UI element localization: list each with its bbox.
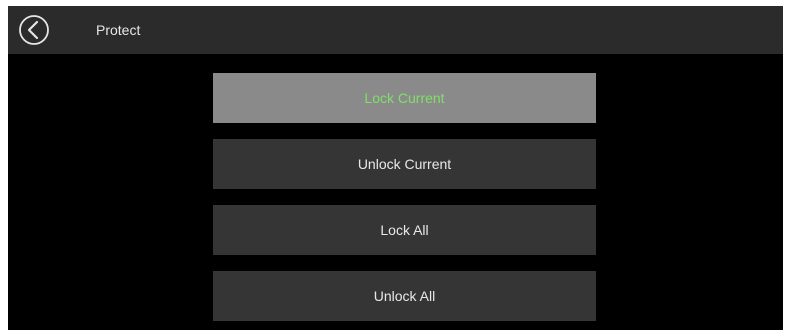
lock-all-button[interactable]: Lock All xyxy=(213,205,596,255)
page-title: Protect xyxy=(96,22,141,38)
unlock-all-button[interactable]: Unlock All xyxy=(213,271,596,321)
unlock-current-button[interactable]: Unlock Current xyxy=(213,139,596,189)
lock-current-button[interactable]: Lock Current xyxy=(213,73,596,123)
protect-screen: Protect Lock Current Unlock Current Lock… xyxy=(8,6,783,330)
back-arrow-circle-icon xyxy=(19,15,49,45)
back-button[interactable] xyxy=(18,14,50,46)
protect-menu: Lock Current Unlock Current Lock All Unl… xyxy=(213,73,596,321)
header-bar: Protect xyxy=(8,6,783,54)
